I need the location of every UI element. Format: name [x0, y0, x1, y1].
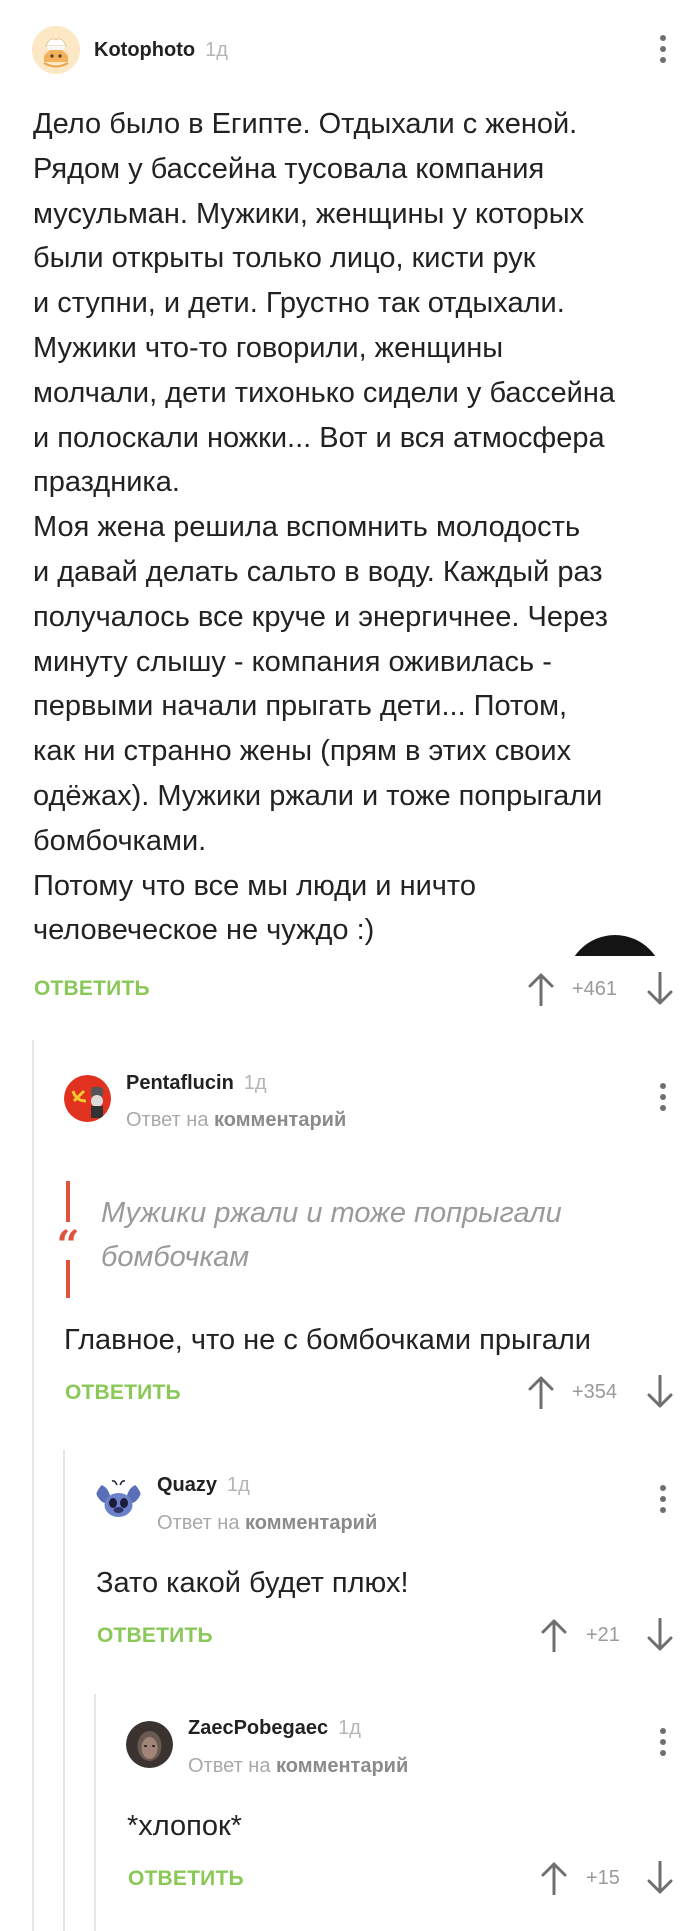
comment-line: молчали, дети тихонько сидели у бассейна — [33, 376, 615, 409]
comment-line: одёжах). Мужики ржали и тоже попрыгали — [33, 779, 603, 812]
arrow-down-icon — [647, 1861, 673, 1894]
avatar[interactable] — [64, 1075, 111, 1122]
score: +15 — [586, 1867, 620, 1889]
comment-time: 1д — [338, 1717, 361, 1739]
score: +354 — [572, 1381, 618, 1403]
score: +461 — [572, 978, 618, 1000]
more-vertical-icon[interactable] — [651, 32, 675, 66]
arrow-up-icon — [528, 1376, 554, 1409]
more-vertical-icon[interactable] — [651, 1080, 675, 1114]
vote-down-button[interactable] — [646, 1375, 674, 1409]
arrow-up-icon — [541, 1862, 567, 1895]
comment-author[interactable]: Quazy — [157, 1474, 217, 1496]
comment-line: первыми начали прыгать дети... Потом, — [33, 690, 568, 723]
thread-line-level-3 — [94, 1694, 96, 1931]
comment-line: и давай делать сальто в воду. Каждый раз — [33, 555, 603, 588]
comment-time: 1д — [227, 1474, 250, 1496]
user-photo-avatar-icon — [126, 1721, 173, 1768]
comment-line: праздника. — [33, 466, 180, 499]
vote-down-button[interactable] — [646, 1861, 674, 1895]
comment-line: Рядом у бассейна тусовала компания — [33, 152, 545, 185]
comment-author[interactable]: ZaecPobegaec — [188, 1717, 328, 1739]
comment-body: Дело было в Египте. Отдыхали с женой. Ря… — [33, 102, 673, 953]
comment-text: Главное, что не с бомбочками прыгали — [64, 1324, 591, 1356]
comment-line: Моя жена решила вспомнить молодость — [33, 511, 581, 544]
comment-time: 1д — [205, 39, 228, 61]
quote-text: Мужики ржали и тоже попрыгали бомбочкам — [101, 1197, 562, 1273]
reply-button[interactable]: ОТВЕТИТЬ — [65, 1381, 181, 1405]
quote-icon: “ — [55, 1222, 81, 1269]
arrow-up-icon — [528, 973, 554, 1006]
arrow-up-icon — [541, 1619, 567, 1652]
reply-to-link[interactable]: Ответ на комментарий — [126, 1109, 346, 1132]
score: +21 — [586, 1624, 620, 1646]
comment-author[interactable]: Pentaflucin — [126, 1072, 234, 1094]
reply-target[interactable]: комментарий — [214, 1109, 346, 1131]
vote-up-button[interactable] — [527, 972, 555, 1006]
more-vertical-icon[interactable] — [651, 1725, 675, 1759]
comment-author[interactable]: Kotophoto — [94, 39, 195, 61]
reply-target[interactable]: комментарий — [245, 1512, 377, 1534]
hammer-sickle-avatar-icon — [64, 1075, 111, 1122]
thread-line-level-2 — [63, 1450, 65, 1931]
scroll-to-top-button[interactable] — [566, 935, 664, 956]
reply-button[interactable]: ОТВЕТИТЬ — [34, 977, 150, 1001]
avatar[interactable] — [32, 26, 80, 74]
stitch-avatar-icon — [95, 1478, 142, 1525]
comment-time: 1д — [243, 1072, 267, 1094]
comment-line: Мужики что-то говорили, женщины — [33, 331, 504, 364]
thread-line-level-1 — [32, 1040, 34, 1931]
arrow-down-icon — [647, 1375, 673, 1408]
cat-cook-avatar-icon — [32, 26, 80, 74]
reply-target[interactable]: комментарий — [276, 1755, 408, 1777]
more-vertical-icon[interactable] — [651, 1482, 675, 1516]
comment-line: были открыты только лицо, кисти рук — [33, 242, 536, 275]
vote-down-button[interactable] — [646, 1618, 674, 1652]
reply-button[interactable]: ОТВЕТИТЬ — [97, 1624, 213, 1648]
comment-line: как ни странно жены (прям в этих своих — [33, 735, 572, 768]
comment-text: *хлопок* — [127, 1810, 242, 1842]
comment-line: Потому что все мы люди и ничто — [33, 869, 476, 902]
arrow-down-icon — [647, 972, 673, 1005]
reply-prefix: Ответ на — [126, 1109, 209, 1131]
reply-button[interactable]: ОТВЕТИТЬ — [128, 1867, 244, 1891]
reply-prefix: Ответ на — [188, 1755, 271, 1777]
avatar[interactable] — [95, 1478, 142, 1525]
comment-line: минуту слышу - компания оживилась - — [33, 645, 552, 678]
vote-up-button[interactable] — [540, 1618, 568, 1652]
vote-up-button[interactable] — [540, 1861, 568, 1895]
comment-text: Зато какой будет плюх! — [96, 1567, 409, 1599]
comment-line: получалось все круче и энергичнее. Через — [33, 600, 608, 633]
reply-to-link[interactable]: Ответ на комментарий — [157, 1512, 377, 1535]
reply-to-link[interactable]: Ответ на комментарий — [188, 1755, 408, 1778]
comment-line: и ступни, и дети. Грустно так отдыхали. — [33, 287, 565, 320]
vote-up-button[interactable] — [527, 1375, 555, 1409]
comment-line: Дело было в Египте. Отдыхали с женой. — [33, 108, 578, 140]
arrow-down-icon — [647, 1618, 673, 1651]
comment-line: и полоскали ножки... Вот и вся атмосфера — [33, 421, 605, 454]
vote-down-button[interactable] — [646, 972, 674, 1006]
comment-line: бомбочками. — [33, 824, 207, 857]
avatar[interactable] — [126, 1721, 173, 1768]
reply-prefix: Ответ на — [157, 1512, 240, 1534]
comment-line: мусульман. Мужики, женщины у которых — [33, 197, 585, 230]
